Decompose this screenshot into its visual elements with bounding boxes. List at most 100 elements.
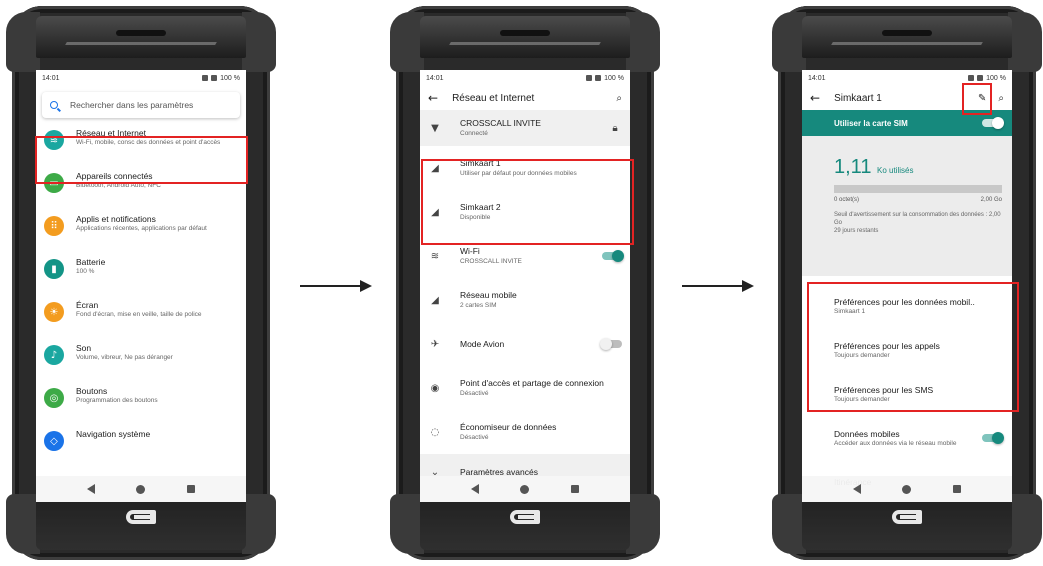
screen-settings: 14:01 100 % Rechercher dans les paramètr… xyxy=(36,70,246,502)
search-bar[interactable]: Rechercher dans les paramètres xyxy=(42,92,240,118)
network-item-title: CROSSCALL INVITE xyxy=(460,118,541,128)
signal-status-icon xyxy=(586,75,593,81)
speaker xyxy=(882,30,932,36)
settings-item-subtitle: Programmation des boutons xyxy=(76,397,158,404)
nav-back-icon[interactable] xyxy=(86,484,95,494)
network-item-subtitle: Désactivé xyxy=(460,434,489,441)
arrow-2 xyxy=(682,280,754,292)
hotspot-icon: ◉ xyxy=(430,382,440,394)
network-item-title: Mode Avion xyxy=(460,338,505,349)
nav-home-icon[interactable] xyxy=(136,484,146,494)
search-icon xyxy=(50,101,58,109)
search-icon[interactable]: ⌕ xyxy=(998,93,1004,104)
back-arrow-icon[interactable]: ← xyxy=(428,91,438,105)
settings-item-title: Écran xyxy=(76,300,99,310)
sim-pref-toggle[interactable] xyxy=(982,432,1004,444)
buttons-icon: ◎ xyxy=(44,388,64,408)
usage-scale-max: 2,00 Go xyxy=(980,197,1002,203)
nav-home-icon[interactable] xyxy=(902,484,912,494)
settings-item[interactable]: ☀ Écran Fond d'écran, mise en veille, tail… xyxy=(36,294,246,337)
apps-icon: ⠿ xyxy=(44,216,64,236)
usage-amount: 1,11 Ko utilisés xyxy=(834,156,1002,179)
settings-item-subtitle: 100 % xyxy=(76,268,95,275)
arrow-1 xyxy=(300,280,372,292)
battery-icon: ▮ xyxy=(44,259,64,279)
nav-recents-icon[interactable] xyxy=(571,485,580,493)
crosscall-logo xyxy=(892,510,922,524)
nav-back-icon[interactable] xyxy=(470,484,479,494)
airplane-icon: ✈ xyxy=(430,338,440,350)
battery-status-icon xyxy=(211,75,218,81)
highlight-edit-button xyxy=(962,83,992,115)
speaker xyxy=(116,30,166,36)
nav-bar xyxy=(802,476,1012,502)
crosscall-logo xyxy=(510,510,540,524)
highlight-network-item xyxy=(35,136,248,184)
status-bar: 14:01 100 % xyxy=(420,70,630,86)
settings-item-title: Applis et notifications xyxy=(76,214,156,224)
network-item[interactable]: ▼ CROSSCALL INVITE Connecté 🔒︎ xyxy=(420,110,630,146)
nav-bar xyxy=(420,476,630,502)
back-arrow-icon[interactable]: ← xyxy=(810,91,820,105)
battery-level: 100 % xyxy=(604,74,624,82)
signal-status-icon xyxy=(202,75,209,81)
network-item-subtitle: Connecté xyxy=(460,130,488,137)
sim-pref-subtitle: Accéder aux données via le réseau mobile xyxy=(834,439,957,447)
usage-days-left: 29 jours restants xyxy=(834,228,879,234)
usage-unit: Ko utilisés xyxy=(877,166,914,175)
nav-home-icon[interactable] xyxy=(520,484,530,494)
signal-status-icon xyxy=(968,75,975,81)
settings-item[interactable]: ▮ Batterie 100 % xyxy=(36,251,246,294)
stage: 14:01 100 % Rechercher dans les paramètr… xyxy=(0,0,1043,566)
usage-value: 1,11 xyxy=(834,156,872,178)
nav-recents-icon[interactable] xyxy=(953,485,962,493)
highlight-preferences xyxy=(807,282,1019,412)
usage-warning: Seuil d'avertissement sur la consommatio… xyxy=(834,212,1001,226)
network-item[interactable]: ◌ Économiseur de données Désactivé xyxy=(420,410,630,454)
phone-1: 14:01 100 % Rechercher dans les paramètr… xyxy=(6,4,276,562)
sim-pref-title: Données mobiles xyxy=(834,428,900,439)
use-sim-label: Utiliser la carte SIM xyxy=(834,118,908,128)
network-item[interactable]: ◢ Réseau mobile 2 cartes SIM xyxy=(420,278,630,322)
data-usage-panel: 1,11 Ko utilisés 0 octet(s) 2,00 Go Seuil… xyxy=(802,136,1012,276)
network-item-subtitle: CROSSCALL INVITE xyxy=(460,258,522,265)
sim-pref-item[interactable]: Données mobiles Accéder aux données via l… xyxy=(802,416,1012,460)
battery-status-icon xyxy=(595,75,602,81)
volume-icon: ♪ xyxy=(44,345,64,365)
search-icon[interactable]: ⌕ xyxy=(616,93,622,104)
network-item[interactable]: ✈ Mode Avion xyxy=(420,322,630,366)
use-sim-toggle[interactable] xyxy=(982,117,1004,129)
settings-item-subtitle: Volume, vibreur, Ne pas déranger xyxy=(76,354,173,361)
wifi-icon: ≋ xyxy=(430,250,440,262)
signal-icon: ◢ xyxy=(431,294,439,306)
settings-item-title: Batterie xyxy=(76,257,106,267)
settings-item-subtitle: Fond d'écran, mise en veille, taille de … xyxy=(76,311,202,318)
nav-back-icon[interactable] xyxy=(852,484,861,494)
network-item-toggle[interactable] xyxy=(600,338,622,350)
screen-network: 14:01 100 % ← Réseau et Internet ⌕ ▼ CROS… xyxy=(420,70,630,502)
network-item-title: Réseau mobile xyxy=(460,290,517,300)
phone-2: 14:01 100 % ← Réseau et Internet ⌕ ▼ CROS… xyxy=(390,4,660,562)
settings-item[interactable]: ⠿ Applis et notifications Applications réc… xyxy=(36,208,246,251)
highlight-sim-items xyxy=(421,159,634,245)
network-item-title: Point d'accès et partage de connexion xyxy=(460,378,604,388)
nav-recents-icon[interactable] xyxy=(187,485,196,493)
lock-icon: 🔒︎ xyxy=(612,122,618,134)
settings-item[interactable]: ◇ Navigation système xyxy=(36,423,246,466)
network-item[interactable]: ◉ Point d'accès et partage de connexion Dé… xyxy=(420,366,630,410)
network-item-toggle[interactable] xyxy=(602,250,624,262)
battery-level: 100 % xyxy=(220,74,240,82)
settings-item[interactable]: ♪ Son Volume, vibreur, Ne pas déranger xyxy=(36,337,246,380)
settings-item[interactable]: ◎ Boutons Programmation des boutons xyxy=(36,380,246,423)
settings-item-title: Boutons xyxy=(76,386,108,396)
battery-status-icon xyxy=(977,75,984,81)
network-item-title: Wi-Fi xyxy=(460,246,480,256)
usage-scale-min: 0 octet(s) xyxy=(834,197,860,203)
network-item-subtitle: 2 cartes SIM xyxy=(460,302,497,309)
search-placeholder: Rechercher dans les paramètres xyxy=(70,100,194,110)
network-item-subtitle: Désactivé xyxy=(460,390,489,397)
settings-item-title: Son xyxy=(76,343,92,353)
wifi-lock-icon: ▼ xyxy=(431,122,439,134)
page-title: Réseau et Internet xyxy=(452,92,535,104)
status-time: 14:01 xyxy=(808,74,826,82)
